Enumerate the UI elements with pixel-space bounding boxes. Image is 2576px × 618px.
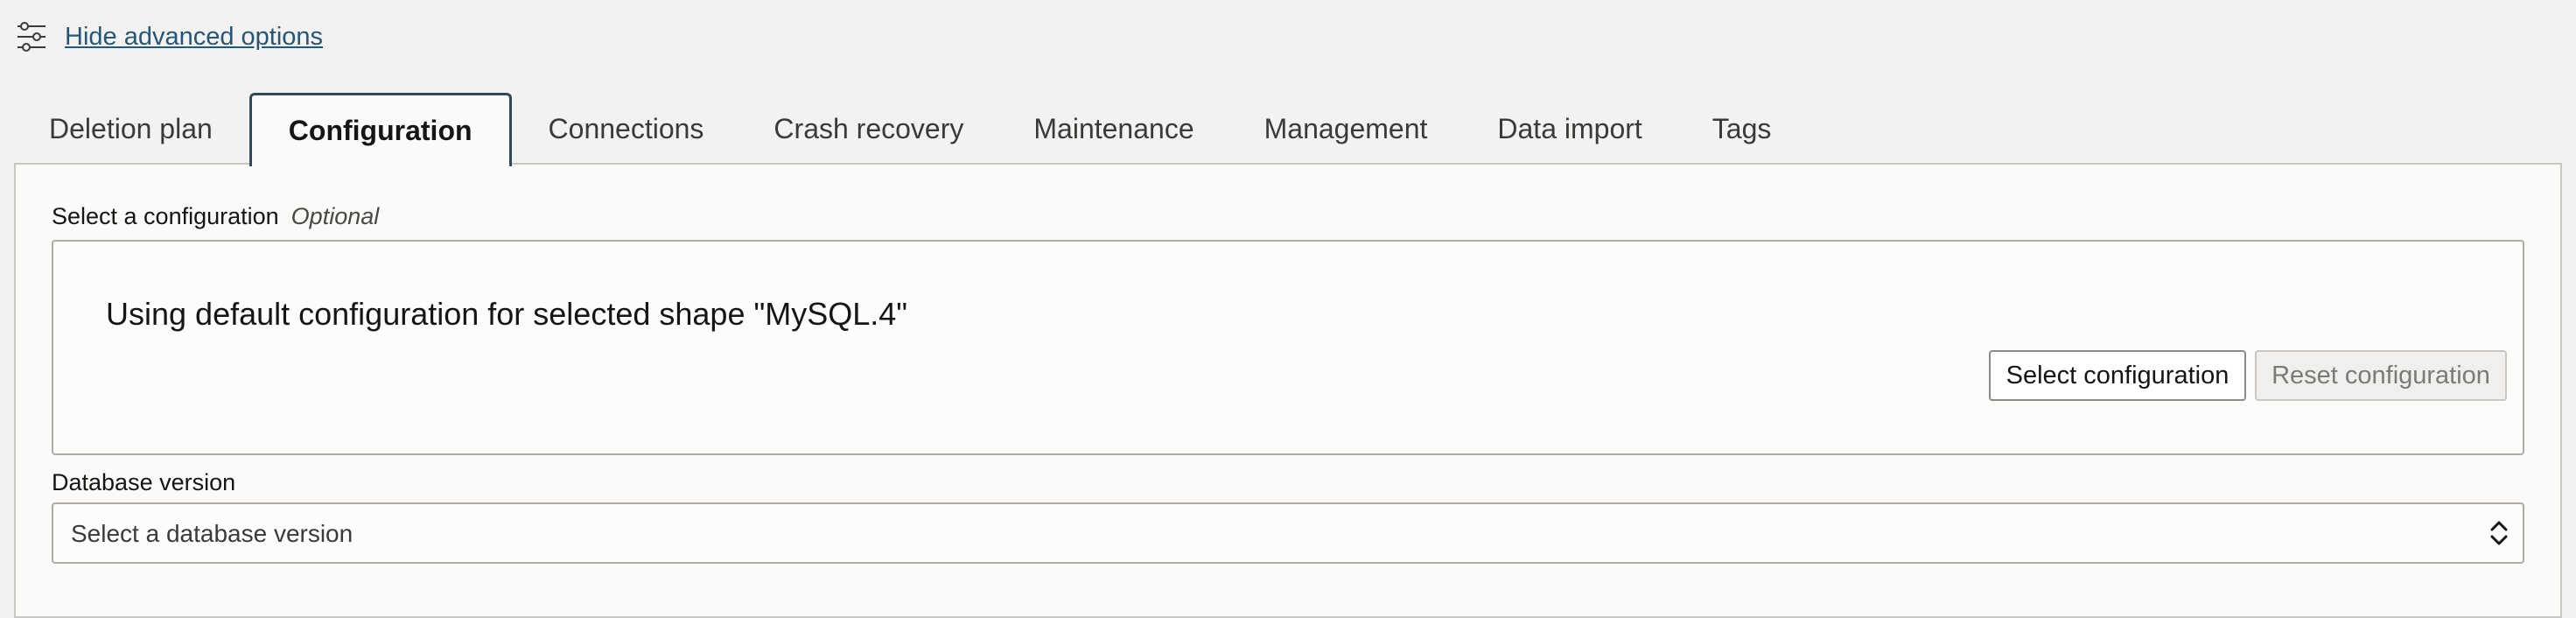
tab-management[interactable]: Management bbox=[1229, 93, 1463, 165]
configuration-panel: Select a configuration Optional Using def… bbox=[14, 163, 2562, 618]
tab-deletion-plan[interactable]: Deletion plan bbox=[16, 93, 248, 165]
tab-maintenance[interactable]: Maintenance bbox=[998, 93, 1228, 165]
hide-advanced-options-link[interactable]: Hide advanced options bbox=[65, 23, 323, 52]
select-configuration-label: Select a configuration bbox=[52, 203, 279, 229]
chevron-up-down-icon bbox=[2488, 516, 2510, 550]
tab-bar: Deletion plan Configuration Connections … bbox=[16, 91, 1807, 166]
configuration-field-label: Select a configuration Optional bbox=[52, 203, 379, 230]
optional-label: Optional bbox=[290, 203, 380, 229]
sliders-icon bbox=[14, 19, 49, 54]
tab-tags[interactable]: Tags bbox=[1677, 93, 1807, 165]
database-version-placeholder: Select a database version bbox=[71, 520, 354, 547]
database-version-select[interactable]: Select a database version bbox=[52, 502, 2524, 564]
advanced-options-toggle[interactable]: Hide advanced options bbox=[14, 19, 323, 54]
reset-configuration-button[interactable]: Reset configuration bbox=[2255, 350, 2507, 401]
select-configuration-button[interactable]: Select configuration bbox=[1989, 350, 2246, 401]
tab-data-import[interactable]: Data import bbox=[1462, 93, 1676, 165]
tab-crash-recovery[interactable]: Crash recovery bbox=[738, 93, 998, 165]
configuration-box: Using default configuration for selected… bbox=[52, 240, 2524, 455]
tab-connections[interactable]: Connections bbox=[514, 93, 739, 165]
default-configuration-text: Using default configuration for selected… bbox=[106, 296, 908, 332]
tab-configuration[interactable]: Configuration bbox=[248, 93, 512, 166]
database-version-label: Database version bbox=[52, 469, 236, 495]
